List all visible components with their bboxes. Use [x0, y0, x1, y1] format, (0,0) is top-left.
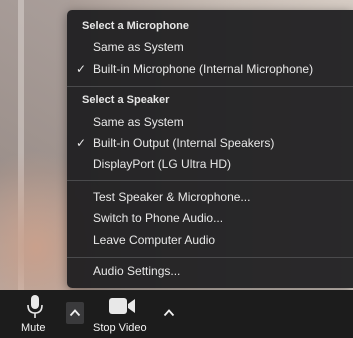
- menu-separator: [67, 86, 353, 87]
- menu-item-label: Test Speaker & Microphone...: [93, 190, 251, 204]
- microphone-icon: [27, 295, 43, 318]
- menu-item-mic-same-as-system[interactable]: Same as System: [67, 38, 353, 58]
- menu-item-mic-built-in[interactable]: ✓ Built-in Microphone (Internal Micropho…: [67, 60, 353, 80]
- menu-item-label: Audio Settings...: [93, 264, 181, 278]
- audio-options-button[interactable]: [66, 302, 84, 324]
- menu-item-label: Leave Computer Audio: [93, 233, 216, 247]
- check-icon: ✓: [76, 62, 87, 76]
- menu-item-label: DisplayPort (LG Ultra HD): [93, 157, 232, 171]
- video-options-button[interactable]: [160, 302, 178, 324]
- menu-item-test-speaker-mic[interactable]: Test Speaker & Microphone...: [67, 188, 353, 208]
- audio-menu: Select a Microphone Same as System ✓ Bui…: [67, 10, 353, 288]
- menu-item-leave-computer-audio[interactable]: Leave Computer Audio: [67, 231, 353, 251]
- menu-item-label: Same as System: [93, 40, 184, 54]
- chevron-up-icon: [163, 309, 175, 317]
- stop-video-label: Stop Video: [93, 322, 147, 334]
- chevron-up-icon: [69, 309, 81, 317]
- check-icon: ✓: [76, 136, 87, 150]
- menu-item-audio-settings[interactable]: Audio Settings...: [67, 262, 353, 282]
- menu-item-label: Built-in Output (Internal Speakers): [93, 136, 275, 150]
- menu-item-label: Built-in Microphone (Internal Microphone…: [93, 62, 314, 76]
- menu-separator: [67, 257, 353, 258]
- menu-item-switch-to-phone-audio[interactable]: Switch to Phone Audio...: [67, 209, 353, 229]
- menu-item-speaker-same-as-system[interactable]: Same as System: [67, 113, 353, 133]
- stop-video-button[interactable]: Stop Video: [88, 290, 152, 338]
- menu-item-label: Same as System: [93, 115, 184, 129]
- mute-label: Mute: [21, 322, 46, 334]
- video-camera-icon: [109, 298, 135, 314]
- speaker-section-header: Select a Speaker: [82, 94, 170, 106]
- menu-item-label: Switch to Phone Audio...: [93, 211, 224, 225]
- menu-separator: [67, 180, 353, 181]
- menu-item-speaker-built-in[interactable]: ✓ Built-in Output (Internal Speakers): [67, 134, 353, 154]
- meeting-toolbar: Mute Stop Video: [0, 290, 353, 338]
- menu-item-speaker-displayport[interactable]: DisplayPort (LG Ultra HD): [67, 155, 353, 175]
- microphone-section-header: Select a Microphone: [82, 20, 189, 32]
- mute-button[interactable]: Mute: [10, 290, 60, 338]
